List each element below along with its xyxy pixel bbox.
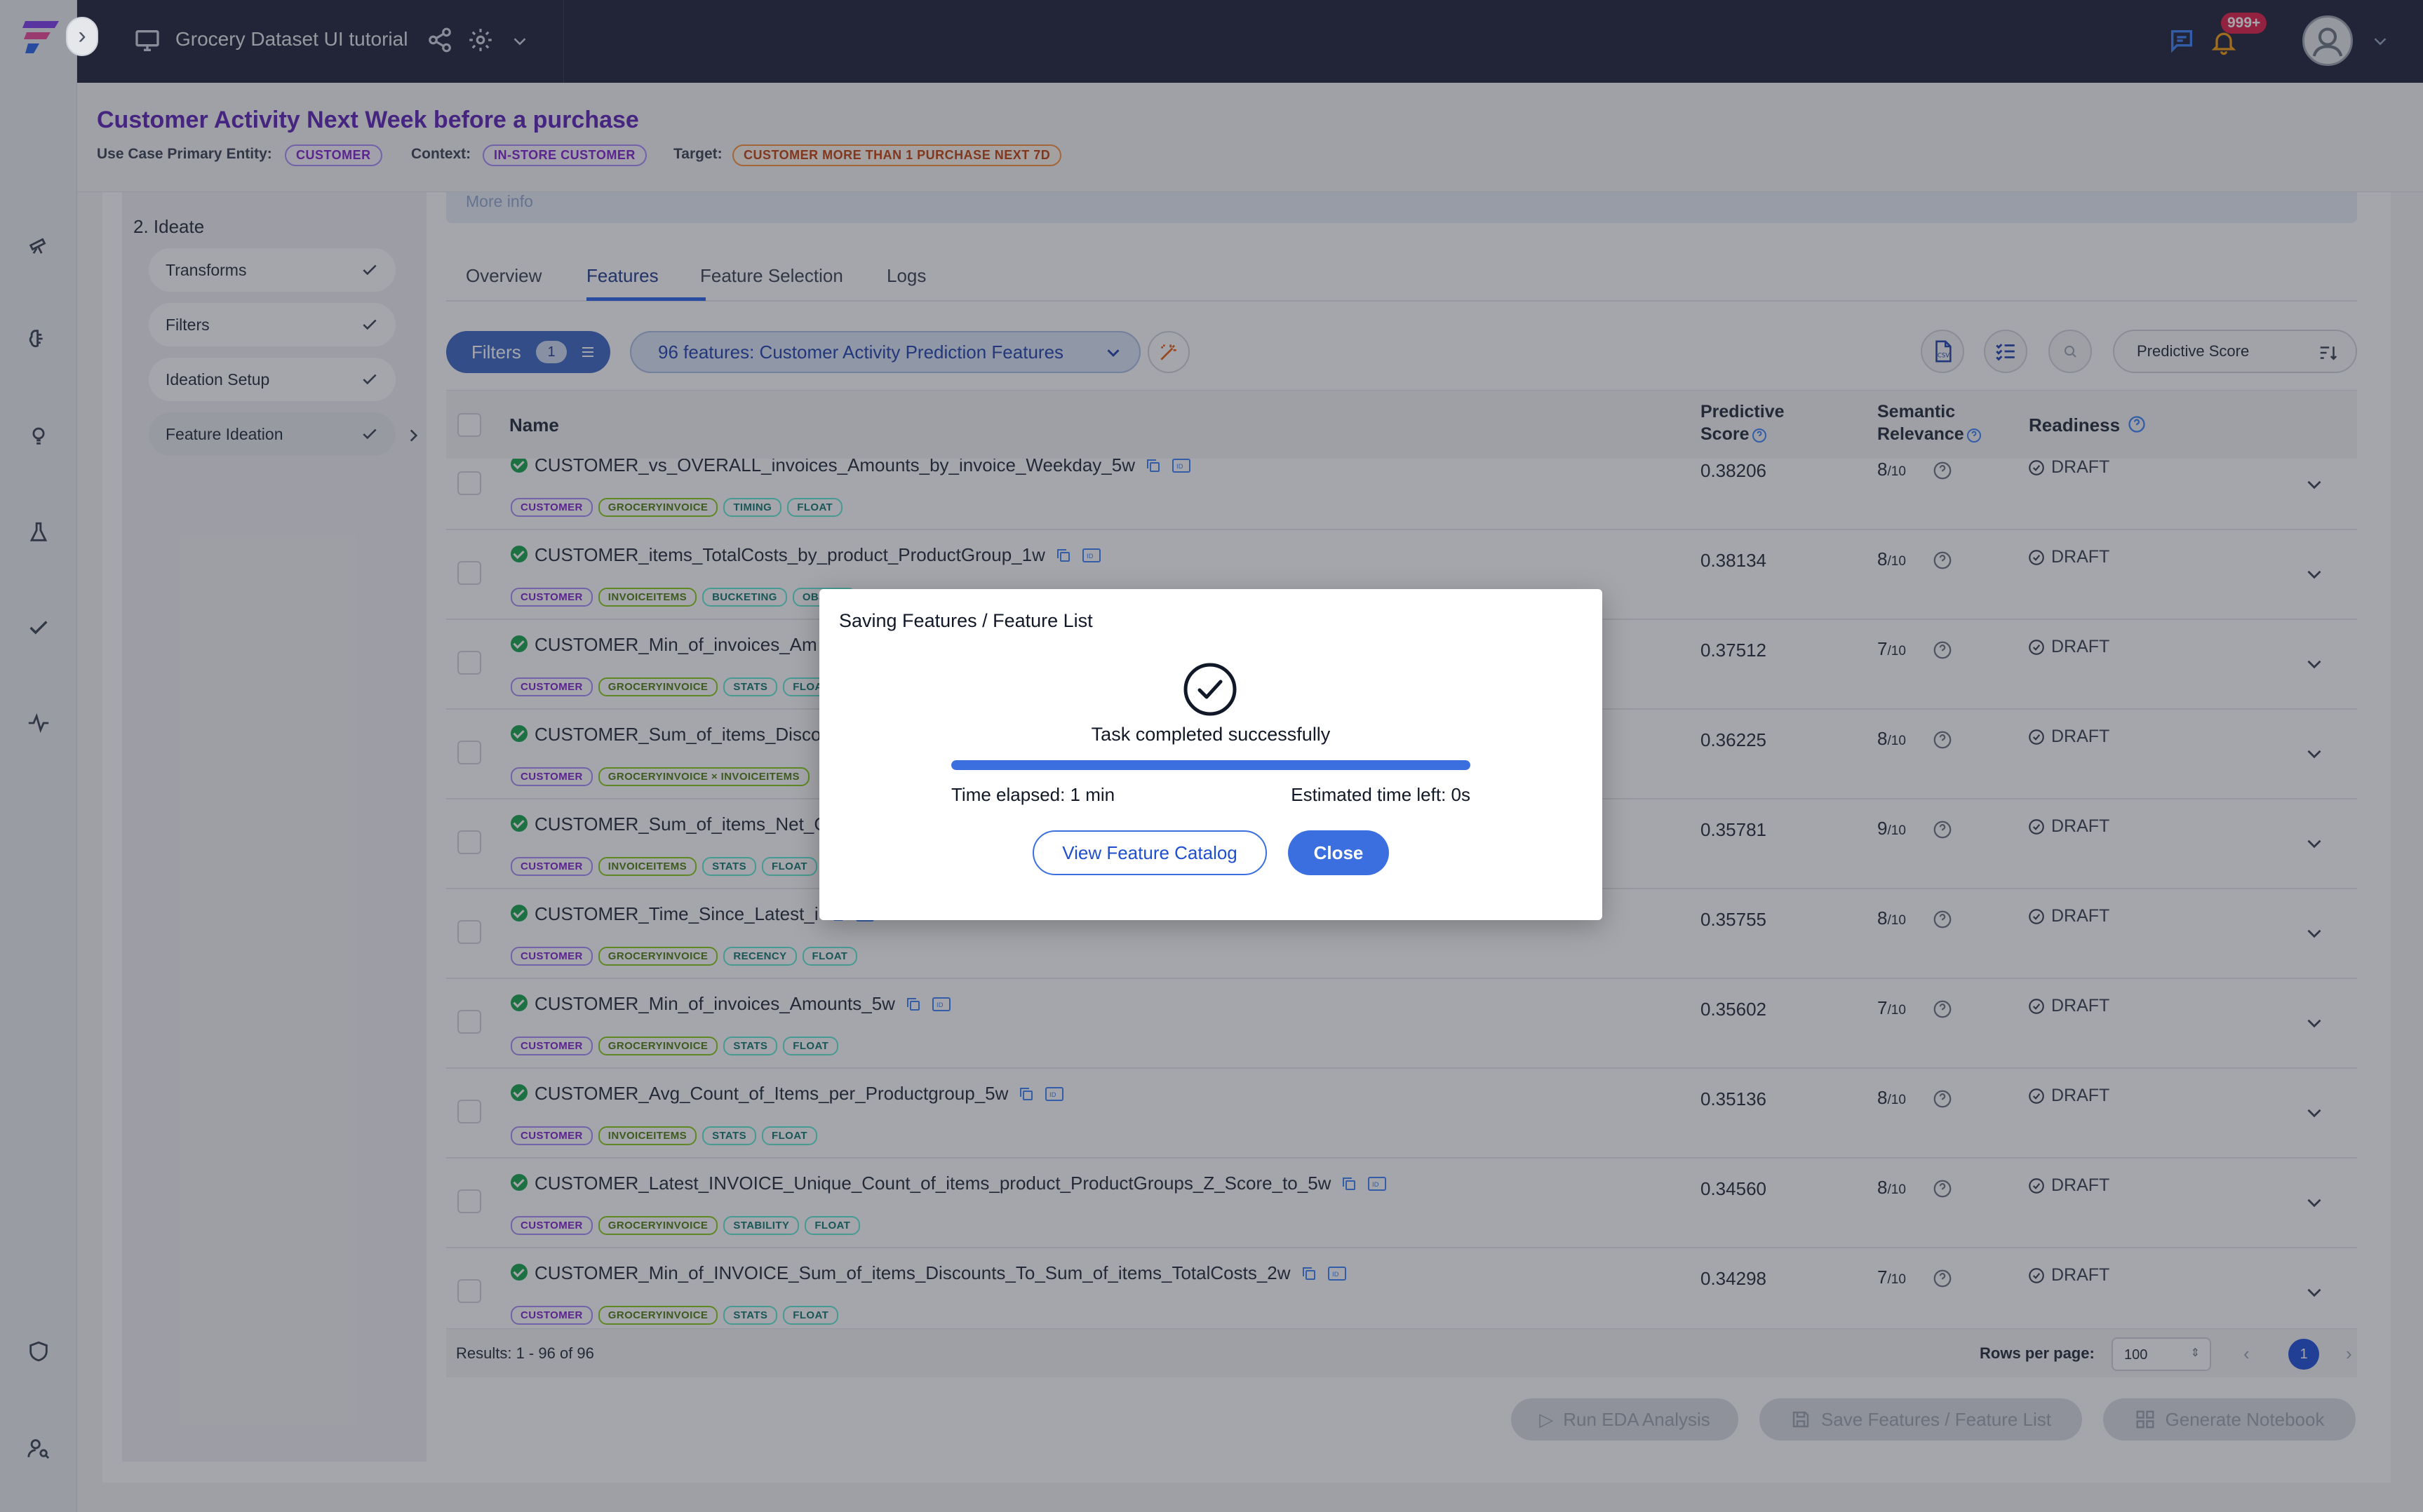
saving-features-dialog: Saving Features / Feature List Task comp…: [819, 589, 1602, 920]
view-feature-catalog-button[interactable]: View Feature Catalog: [1033, 830, 1267, 875]
success-check-icon: [1183, 663, 1237, 716]
dialog-status: Task completed successfully: [1091, 724, 1331, 745]
close-button[interactable]: Close: [1288, 830, 1389, 875]
time-left: Estimated time left: 0s: [1291, 784, 1470, 805]
time-elapsed: Time elapsed: 1 min: [951, 784, 1115, 805]
expand-sidebar-button[interactable]: ›: [66, 17, 98, 56]
progress-bar-fill: [951, 760, 1470, 770]
progress-bar: [951, 760, 1470, 770]
dialog-title: Saving Features / Feature List: [839, 610, 1093, 631]
